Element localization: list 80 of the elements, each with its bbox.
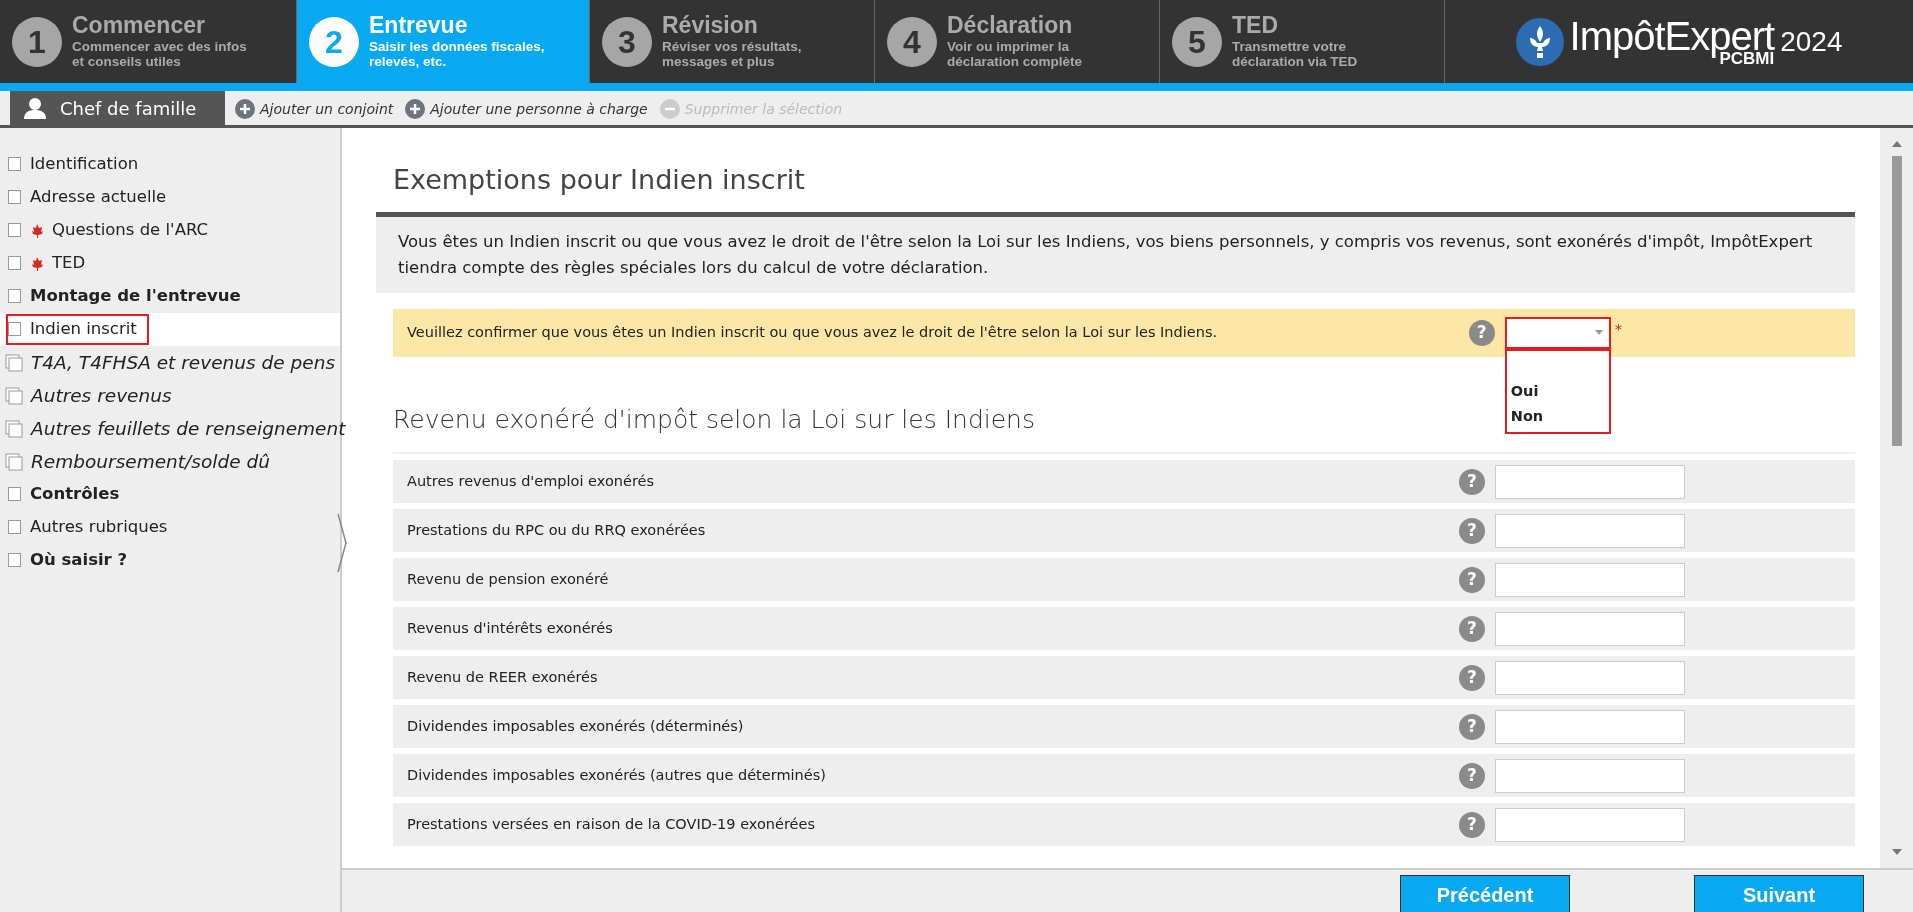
step-title: TED [1232,13,1279,39]
fleur-de-lis-logo-icon [1515,17,1564,66]
amount-field[interactable] [1495,562,1685,597]
sidebar-item[interactable]: Autres rubriques [30,515,168,540]
checkbox-icon [8,223,22,238]
step-title: Commencer [72,13,206,39]
field-label: Revenu de REER exonérés [407,667,599,687]
sidebar-item[interactable]: Autres revenus [31,381,172,410]
pages-icon [5,386,23,405]
checkbox-icon [8,289,22,304]
field-label: Prestations du RPC ou du RRQ exonérées [407,520,707,540]
step-number: 4 [887,16,937,67]
person-action-link[interactable]: Ajouter un conjoint [233,93,396,125]
field-label: Autres revenus d'emploi exonérés [407,471,655,491]
sidebar-item[interactable]: Montage de l'entrevue [30,284,241,309]
maple-leaf-icon [30,256,44,271]
collapse-handle-icon[interactable] [336,513,348,573]
step-subtitle: Réviser vos résultats, messages et plus [662,38,802,70]
field-label: Revenus d'intérêts exonérés [407,618,614,638]
field-label: Revenu de pension exonéré [407,569,610,589]
amount-field[interactable] [1495,807,1685,842]
minus-icon [659,99,680,119]
step-subtitle: Saisir les données fiscales, relevés, etc. [369,38,545,70]
sidebar-item[interactable]: Où saisir ? [30,548,128,573]
pages-icon [5,452,23,471]
checkbox-icon [8,256,22,271]
field-label: Dividendes imposables exonérés (autres que déterminés) [407,765,827,785]
person-icon [24,97,46,119]
person-tab[interactable]: Chef de famille [10,91,225,125]
intro-text: Vous êtes un Indien inscrit ou que vous avez le droit de l'être selon la Loi sur les Indiens, vos biens personnels, y compris vos revenus, sont exonérés d'impôt, ImpôtExpert tiendra compte des règles spéciales lors du calcul de votre déclaration. [398,231,1814,279]
question-text: Veuillez confirmer que vous êtes un Indien inscrit ou que vous avez le droit de l'être selon la Loi sur les Indiens. [407,322,1219,342]
sidebar-item[interactable]: TED [52,251,86,276]
step-subtitle: Commencer avec des infos et conseils utiles [72,38,247,70]
amount-field[interactable] [1495,464,1685,499]
caret-icon [1594,330,1603,335]
form-title: Exemptions pour Indien inscrit [392,164,806,197]
sidebar-item[interactable]: Contrôles [30,482,120,507]
checkbox-icon [8,553,22,568]
sidebar-item[interactable]: Indien inscrit [6,314,149,345]
plus-icon [235,99,255,119]
checkbox-icon [8,322,22,337]
step-number: 1 [12,16,62,67]
step-number: 3 [602,16,652,67]
answer-dropdown[interactable] [1504,316,1611,349]
maple-leaf-icon [30,223,44,238]
checkbox-icon [8,520,22,535]
scroll-up-icon[interactable] [1890,140,1903,148]
checkbox-icon [8,190,22,205]
required-mark: * [1614,319,1622,339]
step-subtitle: Voir ou imprimer la déclaration complète [947,38,1083,70]
pages-icon [5,353,23,372]
scroll-down-icon[interactable] [1890,848,1903,856]
person-action-link[interactable]: Ajouter une personne à charge [403,93,650,125]
step-title: Déclaration [947,13,1074,39]
scrollbar-thumb[interactable] [1891,156,1902,446]
amount-field[interactable] [1495,611,1685,646]
step-subtitle: Transmettre votre déclaration via TED [1232,38,1358,70]
field-label: Prestations versées en raison de la COVID-19 exonérées [407,814,816,834]
amount-field[interactable] [1495,513,1685,548]
pages-icon [5,419,23,438]
field-label: Dividendes imposables exonérés (déterminés) [407,716,745,736]
logo-year: 2024 [1780,24,1843,59]
plus-icon [405,99,426,119]
dropdown-option[interactable]: Oui [1506,378,1609,405]
step-number: 5 [1172,16,1222,67]
sidebar-item[interactable]: Remboursement/solde dû [31,447,270,476]
amount-field[interactable] [1495,709,1685,744]
sidebar-item[interactable]: Identification [30,152,139,177]
sidebar-item[interactable]: Adresse actuelle [30,185,167,210]
sidebar-item[interactable]: T4A, T4FHSA et revenus de pens [31,348,336,377]
amount-field[interactable] [1495,758,1685,793]
amount-field[interactable] [1495,660,1685,695]
checkbox-icon [8,157,22,172]
sidebar-item[interactable]: Autres feuillets de renseignement [31,414,346,443]
step-title: Entrevue [369,13,469,39]
step-title: Révision [662,13,759,39]
dropdown-option[interactable]: Non [1506,404,1609,430]
checkbox-icon [8,487,22,502]
sidebar-item[interactable]: Questions de l'ARC [52,218,209,243]
step-number: 2 [309,16,359,67]
